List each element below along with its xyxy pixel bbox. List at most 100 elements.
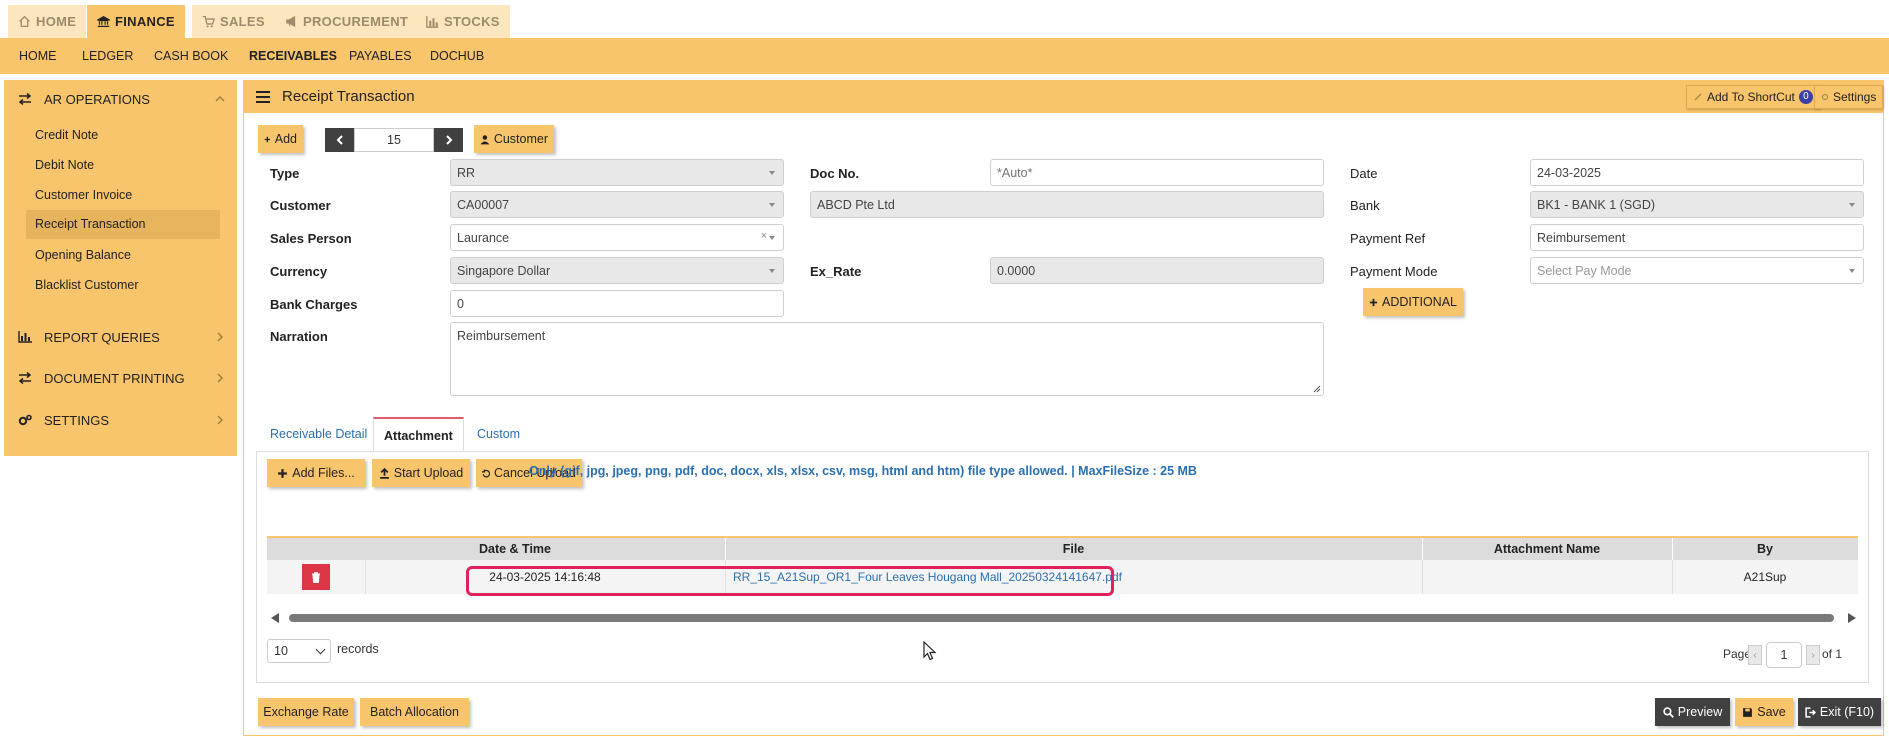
next-record-button[interactable] bbox=[434, 128, 463, 152]
page-title: Receipt Transaction bbox=[282, 88, 415, 105]
exit-button[interactable]: Exit (F10) bbox=[1798, 698, 1881, 726]
caret-down-icon bbox=[1849, 203, 1855, 207]
sidebar-section-report-queries[interactable]: REPORT QUERIES bbox=[4, 321, 237, 353]
settings-button[interactable]: Settings bbox=[1814, 85, 1884, 109]
payment-mode-select[interactable]: Select Pay Mode bbox=[1530, 257, 1864, 284]
previous-page-button[interactable]: ‹ bbox=[1748, 645, 1762, 665]
currency-value: Singapore Dollar bbox=[457, 263, 551, 278]
user-icon bbox=[480, 134, 490, 144]
customer-button[interactable]: Customer bbox=[474, 125, 554, 153]
tab-stocks[interactable]: STOCKS bbox=[416, 5, 510, 38]
finance-subnav: HOME LEDGER CASH BOOK RECEIVABLES PAYABL… bbox=[0, 38, 1889, 74]
sidebar-section-label: AR OPERATIONS bbox=[44, 91, 150, 107]
tab-finance-label: FINANCE bbox=[115, 14, 175, 29]
trash-icon bbox=[312, 571, 320, 583]
customer-select[interactable]: CA00007 bbox=[450, 191, 784, 218]
sidebar-section-settings[interactable]: SETTINGS bbox=[4, 404, 237, 436]
column-header-date-time: Date & Time bbox=[478, 542, 551, 556]
sidebar-section-ar-operations[interactable]: AR OPERATIONS bbox=[4, 83, 237, 115]
add-to-shortcut-button[interactable]: Add To ShortCut 0 bbox=[1686, 85, 1820, 109]
add-button[interactable]: Add bbox=[258, 125, 303, 153]
file-type-note: Only (gif, jpg, jpeg, png, pdf, doc, doc… bbox=[529, 464, 1197, 478]
next-page-button[interactable]: › bbox=[1806, 645, 1820, 665]
subnav-home[interactable]: HOME bbox=[19, 38, 57, 74]
sidebar-item-blacklist-customer[interactable]: Blacklist Customer bbox=[26, 271, 220, 300]
scroll-right-icon[interactable] bbox=[1848, 613, 1856, 623]
sidebar-item-credit-note[interactable]: Credit Note bbox=[26, 121, 220, 150]
caret-down-icon bbox=[769, 236, 775, 240]
sidebar-item-opening-balance[interactable]: Opening Balance bbox=[26, 241, 220, 270]
tab-attachment[interactable]: Attachment bbox=[373, 417, 464, 451]
subnav-cash-book[interactable]: CASH BOOK bbox=[154, 38, 228, 74]
menu-icon[interactable] bbox=[256, 91, 270, 103]
preview-label: Preview bbox=[1677, 705, 1723, 719]
additional-button[interactable]: ADDITIONAL bbox=[1363, 288, 1463, 316]
preview-button[interactable]: Preview bbox=[1655, 698, 1730, 726]
bank-select[interactable]: BK1 - BANK 1 (SGD) bbox=[1530, 191, 1864, 218]
link-icon bbox=[1694, 93, 1702, 101]
bar-chart-icon bbox=[426, 15, 439, 28]
date-input[interactable] bbox=[1530, 159, 1864, 186]
tab-sales[interactable]: SALES bbox=[192, 5, 275, 38]
customer-label: Customer bbox=[270, 198, 331, 213]
payment-ref-input[interactable] bbox=[1530, 224, 1864, 251]
sidebar-item-debit-note[interactable]: Debit Note bbox=[26, 151, 220, 180]
clear-icon[interactable]: × bbox=[761, 230, 767, 242]
highlight-annotation bbox=[466, 566, 1114, 596]
page-size-select[interactable]: 10 bbox=[267, 639, 331, 663]
add-files-label: Add Files... bbox=[292, 466, 355, 480]
chevron-down-icon bbox=[315, 644, 326, 655]
currency-label: Currency bbox=[270, 264, 328, 279]
shortcut-count-badge: 0 bbox=[1798, 90, 1813, 104]
save-button[interactable]: Save bbox=[1735, 698, 1793, 726]
tab-finance[interactable]: FINANCE bbox=[87, 5, 185, 38]
doc-no-input[interactable] bbox=[990, 159, 1324, 186]
ex-rate-label: Ex_Rate bbox=[810, 264, 862, 279]
type-select[interactable]: RR bbox=[450, 159, 784, 186]
narration-label: Narration bbox=[270, 329, 328, 344]
previous-record-button[interactable] bbox=[325, 128, 354, 152]
sidebar-item-receipt-transaction[interactable]: Receipt Transaction bbox=[26, 210, 220, 239]
scrollbar-thumb[interactable] bbox=[289, 614, 1834, 622]
narration-textarea[interactable]: Reimbursement bbox=[450, 322, 1324, 396]
horizontal-scrollbar[interactable] bbox=[267, 612, 1858, 624]
search-icon bbox=[1663, 706, 1674, 718]
sidebar-item-customer-invoice[interactable]: Customer Invoice bbox=[26, 181, 220, 210]
start-upload-button[interactable]: Start Upload bbox=[372, 459, 470, 487]
tab-custom[interactable]: Custom bbox=[467, 417, 530, 451]
plus-icon bbox=[278, 468, 288, 478]
additional-button-label: ADDITIONAL bbox=[1381, 295, 1457, 309]
chevron-right-icon bbox=[217, 332, 223, 342]
plus-icon bbox=[264, 136, 271, 142]
exchange-rate-button[interactable]: Exchange Rate bbox=[258, 698, 354, 726]
attachment-tab-content: Add Files... Start Upload Cancel Upload … bbox=[256, 451, 1869, 683]
sales-person-select[interactable]: Laurance × bbox=[450, 224, 784, 251]
subnav-dochub[interactable]: DOCHUB bbox=[430, 38, 484, 74]
delete-attachment-button[interactable] bbox=[302, 564, 330, 590]
subnav-payables[interactable]: PAYABLES bbox=[349, 38, 412, 74]
module-tabs: HOME FINANCE SALES PROCUREMENT STOCKS bbox=[0, 0, 1889, 38]
column-header-by: By bbox=[1757, 542, 1773, 556]
megaphone-icon bbox=[286, 15, 296, 28]
tab-home[interactable]: HOME bbox=[8, 5, 87, 38]
page-number-input[interactable] bbox=[1766, 642, 1802, 668]
batch-allocation-button[interactable]: Batch Allocation bbox=[360, 698, 469, 726]
sidebar-section-label: DOCUMENT PRINTING bbox=[44, 370, 185, 386]
bank-charges-input[interactable] bbox=[450, 290, 784, 317]
sidebar: AR OPERATIONS Credit Note Debit Note Cus… bbox=[4, 80, 237, 456]
tab-receivable-detail[interactable]: Receivable Detail bbox=[260, 417, 377, 451]
add-button-label: Add bbox=[274, 132, 297, 146]
sidebar-section-document-printing[interactable]: DOCUMENT PRINTING bbox=[4, 362, 237, 394]
subnav-receivables[interactable]: RECEIVABLES bbox=[249, 38, 337, 74]
bank-label: Bank bbox=[1350, 198, 1380, 213]
currency-select[interactable]: Singapore Dollar bbox=[450, 257, 784, 284]
resize-handle-icon[interactable] bbox=[1313, 385, 1321, 393]
tab-procurement[interactable]: PROCUREMENT bbox=[275, 5, 419, 38]
record-number-input[interactable] bbox=[354, 128, 434, 152]
cart-icon bbox=[202, 15, 215, 28]
caret-down-icon bbox=[769, 269, 775, 273]
mouse-cursor-icon bbox=[923, 641, 937, 661]
add-files-button[interactable]: Add Files... bbox=[267, 459, 365, 487]
subnav-ledger[interactable]: LEDGER bbox=[82, 38, 133, 74]
scroll-left-icon[interactable] bbox=[271, 613, 279, 623]
